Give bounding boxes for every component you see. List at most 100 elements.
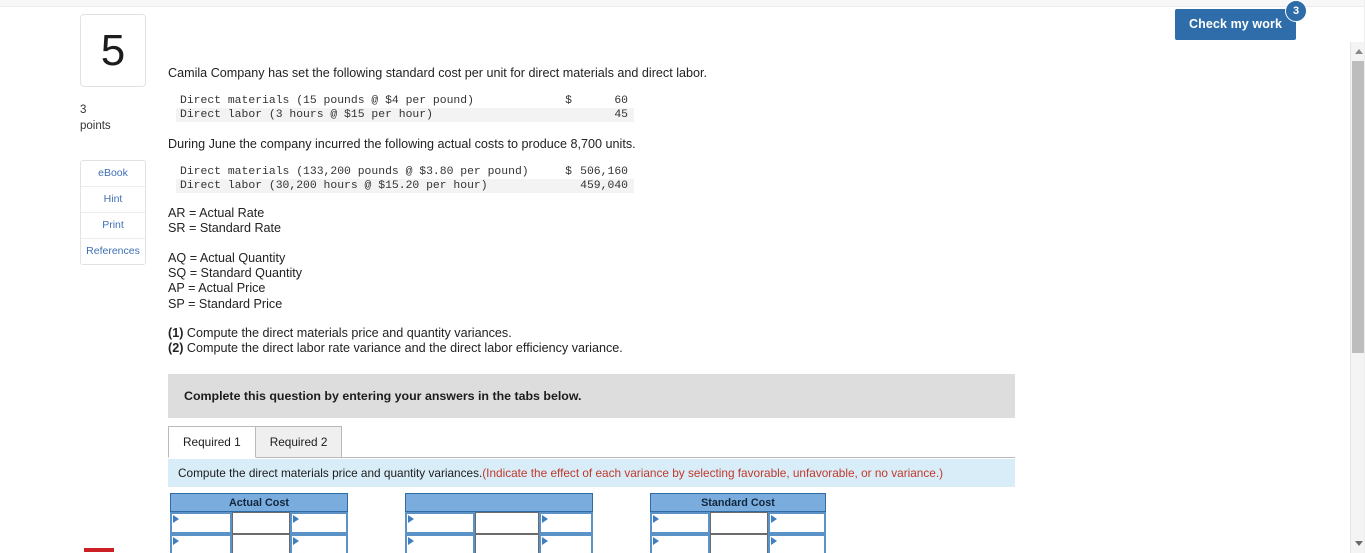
vertical-scrollbar[interactable] xyxy=(1350,42,1365,553)
red-progress-marker xyxy=(84,548,114,552)
ebook-button[interactable]: eBook xyxy=(81,161,145,187)
chevron-right-icon xyxy=(293,515,299,523)
table-row xyxy=(650,534,826,553)
grid-spacer-2 xyxy=(593,493,650,553)
actual-cost-select-r1c1[interactable] xyxy=(170,512,232,534)
middle-header xyxy=(405,493,593,512)
points-label: points xyxy=(80,119,111,132)
actual-cost-currency-0: $ xyxy=(565,166,572,178)
actual-cost-select-r1c3[interactable] xyxy=(290,512,348,534)
required-tabs: Required 1 Required 2 xyxy=(168,426,343,458)
actual-cost-value-1: 459,040 xyxy=(576,179,634,193)
standard-cost-header: Standard Cost xyxy=(650,493,826,512)
instruction-main-text: Compute the direct materials price and q… xyxy=(178,466,483,480)
actual-cost-header: Actual Cost xyxy=(170,493,348,512)
table-row xyxy=(170,534,348,553)
requirement-2-number: (2) xyxy=(168,341,184,356)
middle-input-r1c2[interactable] xyxy=(475,512,539,534)
actual-cost-block: Actual Cost xyxy=(170,493,348,553)
middle-select-r1c3[interactable] xyxy=(539,512,593,534)
requirements-list: (1) Compute the direct materials price a… xyxy=(168,326,623,356)
middle-select-r2c3[interactable] xyxy=(539,534,593,553)
check-my-work-container: Check my work 3 xyxy=(1175,0,1308,40)
table-row: Direct labor (3 hours @ $15 per hour) 45 xyxy=(176,108,634,122)
references-button[interactable]: References xyxy=(81,239,145,264)
page-root: Check my work 3 5 3 points eBook Hint Pr… xyxy=(0,0,1365,553)
table-row xyxy=(405,512,593,534)
points-value: 3 xyxy=(80,104,87,116)
actual-cost-input-r1c2[interactable] xyxy=(232,512,290,534)
rail-button-group: eBook Hint Print References xyxy=(80,160,146,265)
standard-cost-currency-0: $ xyxy=(565,95,572,107)
actual-cost-value-0: 506,160 xyxy=(580,166,628,178)
middle-input-r2c2[interactable] xyxy=(475,534,539,553)
actual-cost-currency-1 xyxy=(548,179,576,193)
middle-select-r2c1[interactable] xyxy=(405,534,475,553)
definition-sp: SP = Standard Price xyxy=(168,296,283,311)
standard-cost-select-r2c3[interactable] xyxy=(768,534,826,553)
quantity-definitions: AQ = Actual Quantity SQ = Standard Quant… xyxy=(168,251,302,312)
requirement-1-number: (1) xyxy=(168,326,184,340)
check-my-work-button[interactable]: Check my work xyxy=(1175,9,1297,40)
standard-cost-select-r1c1[interactable] xyxy=(650,512,710,534)
actual-cost-label-0: Direct materials (133,200 pounds @ $3.80… xyxy=(180,166,529,178)
standard-cost-label-0: Direct materials (15 pounds @ $4 per pou… xyxy=(180,95,474,107)
chevron-right-icon xyxy=(771,537,777,545)
chevron-right-icon xyxy=(173,537,179,545)
table-row xyxy=(170,512,348,534)
actual-cost-input-r2c2[interactable] xyxy=(232,534,290,553)
print-button[interactable]: Print xyxy=(81,213,145,239)
hint-button[interactable]: Hint xyxy=(81,187,145,213)
chevron-right-icon xyxy=(408,537,414,545)
table-row: Direct materials (133,200 pounds @ $3.80… xyxy=(176,165,634,179)
during-paragraph: During June the company incurred the fol… xyxy=(168,137,636,151)
scroll-down-arrow-icon[interactable] xyxy=(1351,536,1365,551)
definition-aq: AQ = Actual Quantity xyxy=(168,251,286,265)
chevron-right-icon xyxy=(173,515,179,523)
rate-definitions: AR = Actual Rate SR = Standard Rate xyxy=(168,206,281,236)
middle-select-r1c1[interactable] xyxy=(405,512,475,534)
standard-cost-table: Direct materials (15 pounds @ $4 per pou… xyxy=(176,94,634,122)
standard-cost-select-r1c3[interactable] xyxy=(768,512,826,534)
requirement-2-text: Compute the direct labor rate variance a… xyxy=(183,341,623,356)
definition-ar: AR = Actual Rate xyxy=(168,206,265,220)
standard-cost-select-r2c1[interactable] xyxy=(650,534,710,553)
tab-required-1[interactable]: Required 1 xyxy=(168,426,256,458)
standard-cost-input-r1c2[interactable] xyxy=(710,512,768,534)
standard-cost-input-r2c2[interactable] xyxy=(710,534,768,553)
middle-block xyxy=(405,493,593,553)
question-rail: 5 3 points xyxy=(80,14,146,134)
requirement-2: (2) Compute the direct labor rate varian… xyxy=(168,341,623,356)
standard-cost-currency-1 xyxy=(548,108,576,122)
check-my-work-badge: 3 xyxy=(1285,0,1308,22)
intro-paragraph: Camila Company has set the following sta… xyxy=(168,66,707,80)
definition-sr: SR = Standard Rate xyxy=(168,221,282,236)
instruction-bar: Compute the direct materials price and q… xyxy=(168,459,1015,487)
table-row xyxy=(650,512,826,534)
chevron-right-icon xyxy=(653,537,659,545)
answer-grid: Actual Cost Standard Cost xyxy=(170,493,826,553)
actual-cost-select-r2c3[interactable] xyxy=(290,534,348,553)
standard-cost-label-1: Direct labor (3 hours @ $15 per hour) xyxy=(176,108,548,122)
table-row: Direct materials (15 pounds @ $4 per pou… xyxy=(176,94,634,108)
definition-ap: AP = Actual Price xyxy=(168,281,266,296)
requirement-1: (1) Compute the direct materials price a… xyxy=(168,326,623,341)
scroll-up-arrow-icon[interactable] xyxy=(1351,44,1365,59)
chevron-right-icon xyxy=(771,515,777,523)
actual-cost-table: Direct materials (133,200 pounds @ $3.80… xyxy=(176,165,634,193)
chevron-right-icon xyxy=(293,537,299,545)
complete-question-banner-text: Complete this question by entering your … xyxy=(184,389,582,403)
requirement-1-text: Compute the direct materials price and q… xyxy=(183,326,512,340)
chevron-right-icon xyxy=(653,515,659,523)
table-row: Direct labor (30,200 hours @ $15.20 per … xyxy=(176,179,634,193)
question-number: 5 xyxy=(100,25,126,75)
question-number-box: 5 xyxy=(80,14,146,87)
actual-cost-select-r2c1[interactable] xyxy=(170,534,232,553)
standard-cost-value-0: 60 xyxy=(614,95,628,107)
tab-required-2[interactable]: Required 2 xyxy=(254,426,343,458)
chevron-right-icon xyxy=(542,515,548,523)
table-row xyxy=(405,534,593,553)
definition-sq: SQ = Standard Quantity xyxy=(168,266,303,281)
tab-underline xyxy=(168,457,1015,458)
chevron-right-icon xyxy=(408,515,414,523)
